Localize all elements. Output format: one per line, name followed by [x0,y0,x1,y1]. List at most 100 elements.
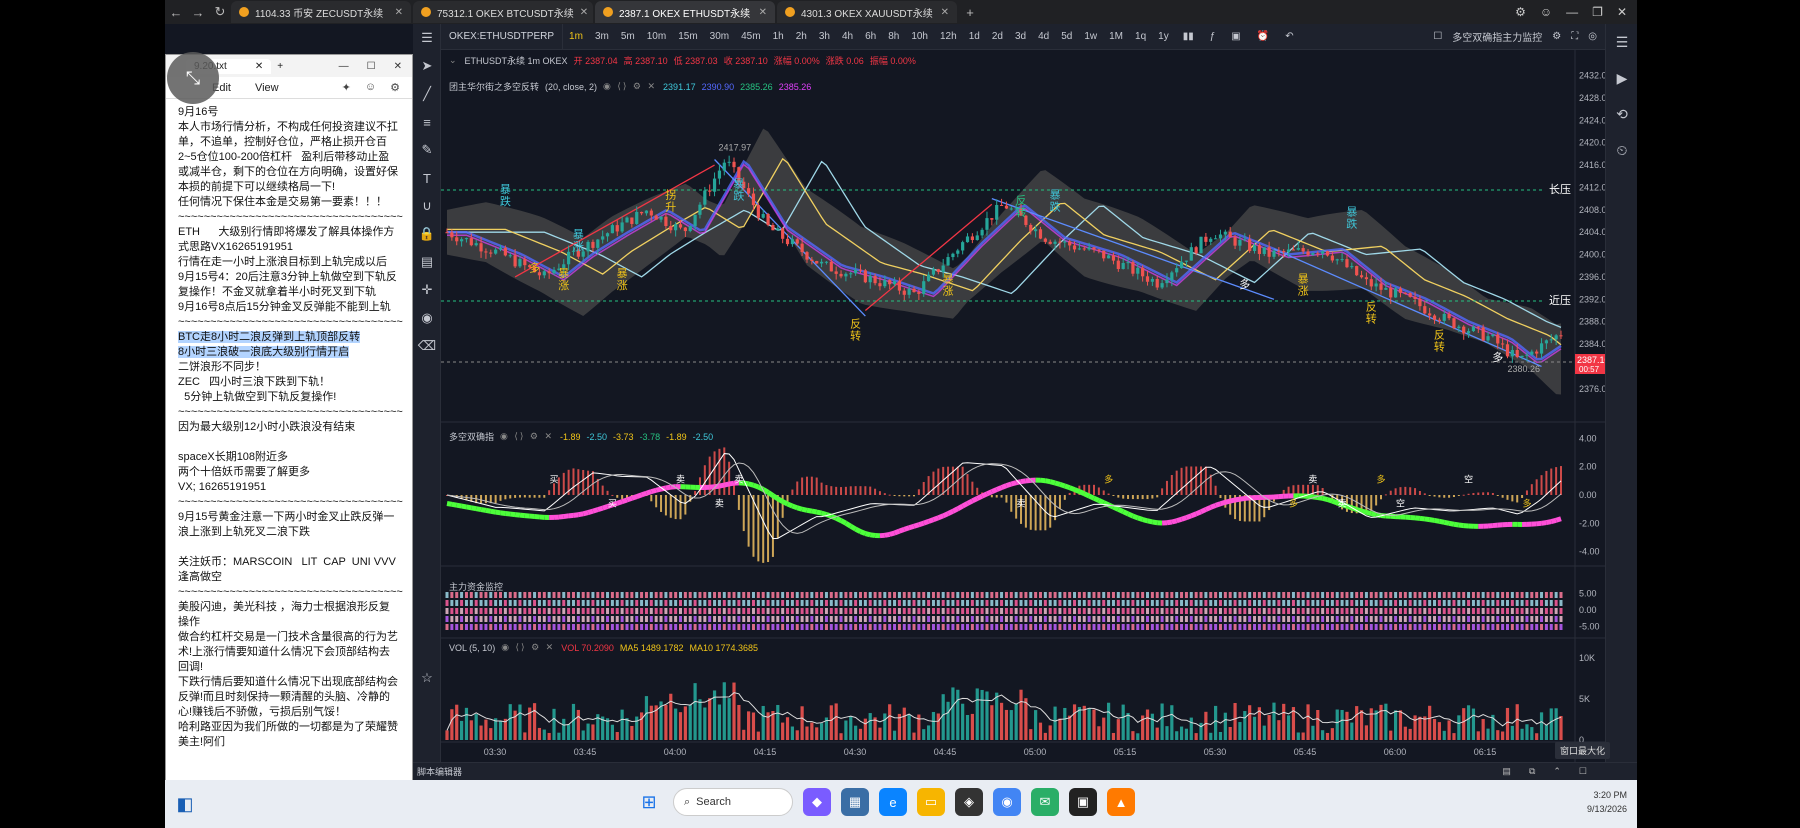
exchange-app-icon[interactable]: ◈ [955,788,983,816]
timeframe-1w[interactable]: 1w [1078,24,1103,50]
account-icon[interactable]: ☺ [365,81,376,94]
browser-tab-xau[interactable]: 4301.3 OKEX XAUUSDT永续 ✕ [777,1,957,23]
screenshot-icon[interactable]: ◎ [1588,31,1597,42]
watchlist-icon[interactable]: ☰ [1606,24,1637,60]
alert-icon[interactable]: ⏰ [1249,31,1277,42]
expand-icon[interactable]: ⤡ [167,52,219,104]
back-icon[interactable]: ← [165,1,187,23]
vol-name[interactable]: VOL (5, 10) [449,643,495,653]
close-icon[interactable]: ✕ [941,7,949,18]
history-icon[interactable]: ⟲ [1606,96,1637,132]
close-window-icon[interactable]: ✕ [1617,5,1627,19]
close-window-icon[interactable]: ✕ [394,61,402,72]
timeframe-12h[interactable]: 12h [934,24,963,50]
profile-icon[interactable]: ☺ [1540,5,1552,19]
crosshair-icon[interactable]: ✛ [413,276,441,304]
tradingview-app-icon[interactable]: ▲ [1107,788,1135,816]
timeframe-30m[interactable]: 30m [704,24,735,50]
edge-icon[interactable]: e [879,788,907,816]
brush-icon[interactable]: ✎ [413,136,441,164]
maximize-panel-icon[interactable]: ☐ [1579,766,1587,777]
minimize-icon[interactable]: — [339,61,349,72]
timeframe-2h[interactable]: 2h [790,24,813,50]
chart-canvas[interactable]: 2432.002428.002424.002420.002416.002412.… [441,50,1605,762]
indicator-name[interactable]: 团主华尔街之多空反转 [449,80,539,93]
notepad-text[interactable]: 9月16号 本人市场行情分析，不构成任何投资建议不扛单，不追单，控制好仓位，严格止… [166,99,412,811]
timeframe-1M[interactable]: 1M [1103,24,1129,50]
timeframe-4d[interactable]: 4d [1032,24,1055,50]
macd-controls-icon[interactable]: ◉ ⟨⟩ ⚙ ✕ [500,431,554,442]
timeframe-1q[interactable]: 1q [1129,24,1152,50]
flow-name[interactable]: 主力资金监控 [449,580,503,593]
file-explorer-icon[interactable]: ▭ [917,788,945,816]
timeframe-5d[interactable]: 5d [1055,24,1078,50]
settings-icon[interactable]: ⚙ [390,81,400,94]
new-tab-icon[interactable]: + [277,61,283,72]
indicator-controls-icon[interactable]: ◉ ⟨⟩ ⚙ ✕ [603,81,657,92]
timeframe-4h[interactable]: 4h [836,24,859,50]
terminal-app-icon[interactable]: ▣ [1069,788,1097,816]
layout-select-icon[interactable]: ☐ [1433,31,1442,42]
close-icon[interactable]: ✕ [580,7,588,18]
forward-icon[interactable]: → [187,1,209,23]
script-editor-tab[interactable]: 脚本编辑器 [417,765,462,778]
copilot-app-icon[interactable]: ◆ [803,788,831,816]
collapse-icon[interactable]: ⌄ [449,55,459,66]
close-icon[interactable]: ✕ [759,7,767,18]
chart-menu-icon[interactable]: ☰ [413,24,441,52]
fib-icon[interactable]: ≡ [413,108,441,136]
alarm-icon[interactable]: ⏲ [1606,132,1637,168]
trend-line-icon[interactable]: ╱ [413,80,441,108]
browser-tab-eth[interactable]: 2387.1 OKEX ETHUSDT永续 ✕ [595,1,775,23]
restore-icon[interactable]: ☐ [367,61,376,72]
task-view-icon[interactable]: ▦ [841,788,869,816]
popout-icon[interactable]: ⧉ [1529,766,1535,777]
vol-controls-icon[interactable]: ◉ ⟨⟩ ⚙ ✕ [501,642,555,653]
settings-icon[interactable]: ⚙ [1552,31,1561,42]
fullscreen-icon[interactable]: ⛶ [1571,31,1578,42]
layout-icon[interactable]: ▣ [1223,31,1248,42]
favorites-star-icon[interactable]: ☆ [413,664,441,692]
magnet-icon[interactable]: ∪ [413,192,441,220]
text-icon[interactable]: T [413,164,441,192]
timeframe-1m[interactable]: 1m [563,24,589,50]
eraser-icon[interactable]: ⌫ [413,332,441,360]
start-icon[interactable]: ⊞ [635,788,663,816]
browser-tab-btc[interactable]: 75312.1 OKEX BTCUSDT永续 ✕ [413,1,593,23]
replay-icon[interactable]: ↶ [1277,31,1301,42]
extensions-icon[interactable]: ⚙ [1515,5,1526,19]
timeframe-8h[interactable]: 8h [882,24,905,50]
news-icon[interactable]: ▶ [1606,60,1637,96]
candle-type-icon[interactable]: ▮▮ [1175,31,1202,42]
timeframe-1h[interactable]: 1h [767,24,790,50]
timeframe-6h[interactable]: 6h [859,24,882,50]
eye-icon[interactable]: ◉ [413,304,441,332]
cursor-icon[interactable]: ➤ [413,52,441,80]
panel-layout-icon[interactable]: ▤ [1502,766,1511,777]
widgets-icon[interactable]: ◧ [165,794,205,815]
collapse-up-icon[interactable]: ⌃ [1553,766,1561,777]
timeframe-2d[interactable]: 2d [986,24,1009,50]
timeframe-5m[interactable]: 5m [615,24,641,50]
timeframe-15m[interactable]: 15m [672,24,703,50]
chart-area[interactable]: 2432.002428.002424.002420.002416.002412.… [441,50,1605,762]
close-icon[interactable]: ✕ [395,7,403,18]
minimize-icon[interactable]: — [1566,5,1578,19]
timeframe-1y[interactable]: 1y [1152,24,1175,50]
taskbar-search[interactable]: ⌕ Search [673,788,793,816]
timeframe-10h[interactable]: 10h [905,24,934,50]
macd-name[interactable]: 多空双确指 [449,430,494,443]
lock-icon[interactable]: 🔒 [413,220,441,248]
wechat-icon[interactable]: ✉ [1031,788,1059,816]
system-tray[interactable]: 3:20 PM 9/13/2026 [1587,788,1627,816]
chrome-icon[interactable]: ◉ [993,788,1021,816]
copilot-icon[interactable]: ✦ [342,81,351,94]
timeframe-10m[interactable]: 10m [641,24,672,50]
layers-icon[interactable]: ▤ [413,248,441,276]
menu-view[interactable]: View [255,82,279,94]
indicators-icon[interactable]: ƒ [1202,31,1224,42]
timeframe-1d[interactable]: 1d [963,24,986,50]
new-tab-button[interactable]: + [959,1,981,23]
timeframe-3d[interactable]: 3d [1009,24,1032,50]
restore-icon[interactable]: ❐ [1592,5,1603,19]
